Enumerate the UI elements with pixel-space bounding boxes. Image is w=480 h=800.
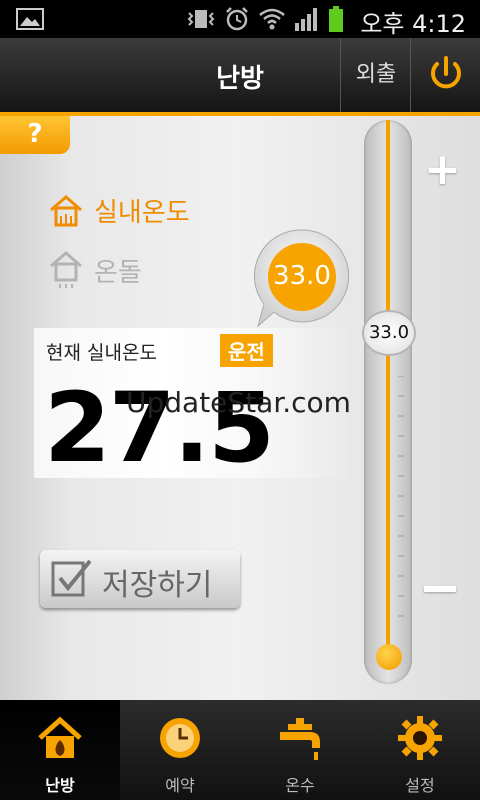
slider-fill [386,120,390,650]
set-temperature-bubble: 33.0 [252,226,352,330]
faucet-icon [280,718,320,760]
mode-indoor-label: 실내온도 [94,198,190,228]
bottom-nav: 난방 예약 온수 설정 [0,700,480,800]
decrease-button[interactable] [424,586,456,592]
nav-heating[interactable]: 난방 [0,700,120,800]
set-temperature-value: 33.0 [273,261,331,291]
help-button[interactable]: ? [0,116,70,154]
mode-floor[interactable]: 온돌 [48,250,142,290]
nav-hot-water[interactable]: 온수 [240,700,360,800]
status-bar: 오후 4:12 [0,0,480,38]
house-icon [50,194,82,226]
power-button[interactable] [410,38,480,112]
nav-schedule-label: 예약 [165,776,195,795]
floor-heating-icon [50,251,82,288]
gear-icon [398,716,442,760]
increase-button[interactable]: + [424,144,461,195]
gallery-icon [16,8,44,30]
mode-floor-label: 온돌 [94,257,142,288]
system-icons [186,6,344,32]
battery-icon [329,6,343,32]
checkbox-icon [51,559,92,597]
slider-bottom-handle [376,644,402,670]
main-panel: ? 실내온도 온돌 33.0 현재 실내온도 운전 27.5 UpdateSta… [0,116,480,700]
slider-ticks [398,376,404,617]
status-badge: 운전 [220,334,273,367]
slider-knob[interactable]: 33.0 [362,310,416,356]
clock-icon [160,718,200,758]
power-icon [431,56,461,89]
save-button-label: 저장하기 [102,568,213,603]
nav-heating-label: 난방 [45,776,75,795]
signal-icon [295,8,317,31]
watermark: UpdateStar.com [126,386,351,419]
mode-indoor[interactable]: 실내온도 [48,192,190,229]
nav-settings[interactable]: 설정 [360,700,480,800]
wifi-icon [259,8,285,30]
status-clock: 오후 4:12 [360,10,466,38]
house-flame-icon [38,716,82,758]
nav-settings-label: 설정 [405,776,435,795]
nav-schedule[interactable]: 예약 [120,700,240,800]
save-button[interactable]: 저장하기 [40,550,240,608]
current-temperature-label: 현재 실내온도 [46,342,157,364]
away-button[interactable]: 외출 [340,38,411,112]
app-header: 난방 외출 [0,38,480,116]
vibrate-icon [187,10,215,28]
alarm-icon [226,7,248,31]
nav-hot-water-label: 온수 [285,776,315,795]
